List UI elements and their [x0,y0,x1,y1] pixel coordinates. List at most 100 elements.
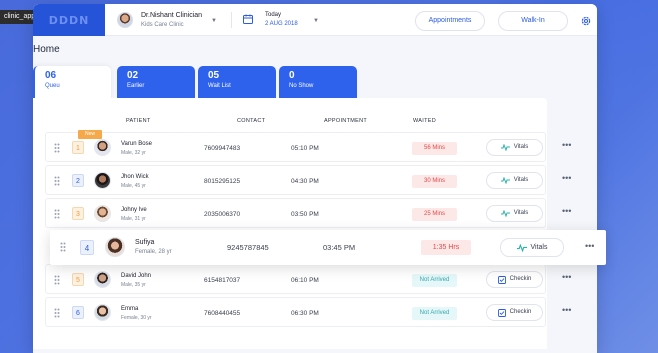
tab-label: No Show [289,83,314,89]
waited-badge: 30 Mins [412,175,457,188]
more-icon[interactable]: ••• [562,306,571,315]
tab-wait-list[interactable]: 05 Wait List [198,66,276,100]
avatar [94,172,111,189]
new-badge: New [78,130,102,139]
drag-handle-icon[interactable] [54,143,60,153]
vitals-button[interactable]: Vitals [486,139,543,156]
date-dropdown-icon[interactable]: ▼ [313,18,319,24]
contact-number: 9245787845 [227,243,269,252]
vitals-button[interactable]: Vitals [486,205,543,222]
contact-number: 8015295125 [204,178,241,185]
column-header-waited: WAITED [413,118,436,124]
queue-number: 4 [80,240,94,255]
tab-count: 06 [45,70,57,81]
more-icon[interactable]: ••• [562,141,571,150]
logo-text: DDDN [48,13,90,27]
vitals-button[interactable]: Vitals [500,238,564,257]
vitals-button[interactable]: Vitals [486,172,543,189]
tab-count: 05 [208,70,220,81]
queue-number: 1 [72,141,84,154]
patient-info: Female, 30 yr [121,315,152,321]
page-title: Home [33,44,60,55]
table-row[interactable]: 6 Emma Female, 30 yr 7608440455 06:30 PM… [45,297,571,327]
patient-info: Female, 28 yr [135,249,172,255]
logo[interactable]: DDDN [33,4,105,36]
doctor-name[interactable]: Dr.Nishant Clinician [141,12,202,19]
tab-earlier[interactable]: 02 Earlier [117,66,195,100]
doctor-dropdown-icon[interactable]: ▼ [211,18,217,24]
doctor-avatar[interactable] [117,12,133,28]
tab-count: 02 [127,70,139,81]
action-label: Vitals [513,144,529,150]
more-icon[interactable]: ••• [562,207,571,216]
appointment-time: 06:10 PM [291,277,319,284]
patient-info: Male, 31 yr [121,216,146,222]
queue-number: 2 [72,174,84,187]
patient-name[interactable]: Jhon Wick [121,174,149,180]
date-value[interactable]: 2 AUG 2018 [265,21,298,27]
calendar-icon[interactable] [243,14,253,24]
waited-badge: 56 Mins [412,142,457,155]
checkin-button[interactable]: Checkin [486,271,543,288]
patient-name[interactable]: David John [121,273,151,279]
waited-badge: Not Arrived [412,274,457,287]
action-label: Checkin [509,309,532,315]
drag-handle-icon[interactable] [54,308,60,318]
waited-badge: 1:35 Hrs [421,240,471,255]
appointment-time: 06:30 PM [291,310,319,317]
checkin-icon [497,308,506,317]
pulse-icon [500,177,510,184]
patient-name[interactable]: Sufiya [135,239,154,246]
appointments-button[interactable]: Appointments [415,11,485,31]
avatar [94,205,111,222]
tab-label: Wait List [208,83,231,89]
drag-handle-icon[interactable] [54,275,60,285]
pulse-icon [516,243,527,252]
checkin-button[interactable]: Checkin [486,304,543,321]
avatar [105,237,125,257]
queue-number: 5 [72,273,84,286]
tab-count: 0 [289,70,295,81]
column-header-contact: CONTACT [237,118,266,124]
patient-name[interactable]: Johny Ive [121,207,147,213]
patient-info: Male, 32 yr [121,150,146,156]
pulse-icon [500,144,510,151]
appointment-time: 04:30 PM [291,178,319,185]
patient-name[interactable]: Varun Bose [121,141,152,147]
table-row[interactable]: 2 Jhon Wick Male, 45 yr 8015295125 04:30… [45,165,571,195]
contact-number: 6154817037 [204,277,241,284]
patient-name[interactable]: Emma [121,306,138,312]
drag-handle-icon[interactable] [60,242,66,252]
action-label: Vitals [513,177,529,183]
drag-handle-icon[interactable] [54,209,60,219]
queue-number: 3 [72,207,84,220]
walk-in-button[interactable]: Walk-In [498,11,568,31]
table-row-dragging[interactable]: 4 Sufiya Female, 28 yr 9245787845 03:45 … [50,230,606,265]
appointment-time: 03:50 PM [291,211,319,218]
tab-no-show[interactable]: 0 No Show [279,66,357,100]
patient-info: Male, 35 yr [121,282,146,288]
more-icon[interactable]: ••• [562,174,571,183]
action-label: Vitals [530,244,548,251]
queue-number: 6 [72,306,84,319]
divider [231,12,232,28]
more-icon[interactable]: ••• [562,273,571,282]
contact-number: 2035006370 [204,211,241,218]
tab-queue[interactable]: 06 Queu [33,66,111,102]
column-header-patient: PATIENT [126,118,151,124]
appointment-time: 05:10 PM [291,145,319,152]
gear-icon[interactable] [580,15,592,27]
clinic-name: Kids Care Clinic [141,22,184,28]
more-icon[interactable]: ••• [585,242,594,251]
appointment-time: 03:45 PM [323,243,356,252]
waited-badge: Not Arrived [412,307,457,320]
table-row[interactable]: 3 Johny Ive Male, 31 yr 2035006370 03:50… [45,198,571,228]
avatar [94,139,111,156]
patient-info: Male, 45 yr [121,183,146,189]
table-row[interactable]: 5 David John Male, 35 yr 6154817037 06:1… [45,264,571,294]
column-header-appointment: APPOINTMENT [324,118,368,124]
drag-handle-icon[interactable] [54,176,60,186]
action-label: Checkin [509,276,532,282]
table-row[interactable]: 1 Varun Bose Male, 32 yr 7609947483 05:1… [45,132,571,162]
tab-label: Earlier [127,83,145,89]
